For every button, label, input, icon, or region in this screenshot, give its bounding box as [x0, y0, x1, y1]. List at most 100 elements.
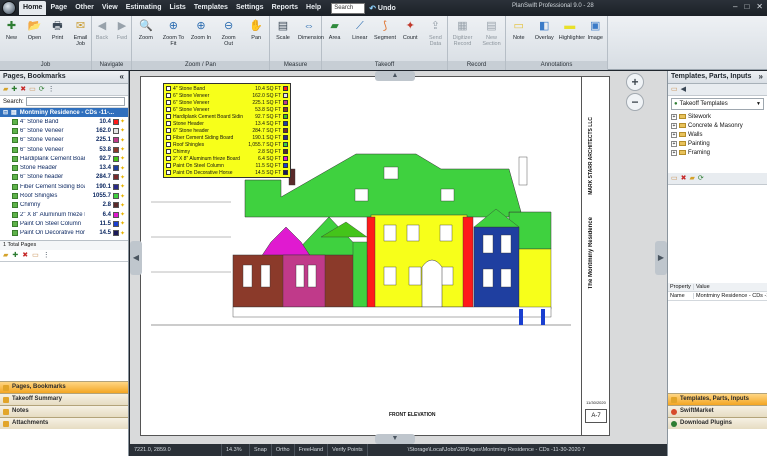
pan-button[interactable]: ✋ Pan — [245, 19, 267, 41]
zoom-to-fit-button[interactable]: ⊕ Zoom To Fit — [162, 19, 184, 47]
lightbulb-icon[interactable]: ✦ — [120, 202, 128, 209]
tab-download-plugins[interactable]: Download Plugins — [668, 417, 767, 429]
expand-icon[interactable]: ⊟ — [3, 109, 8, 116]
lightbulb-icon[interactable]: ✦ — [120, 155, 128, 162]
app-orb-button[interactable] — [2, 1, 16, 15]
delete-icon[interactable]: ✖ — [22, 251, 28, 261]
menu-help[interactable]: Help — [302, 1, 325, 15]
menu-lists[interactable]: Lists — [165, 1, 189, 15]
refresh-icon[interactable]: ⟳ — [39, 85, 45, 95]
menu-page[interactable]: Page — [46, 1, 71, 15]
tab-notes[interactable]: Notes — [0, 405, 128, 417]
checkbox-icon[interactable] — [12, 127, 18, 134]
checkbox-icon[interactable] — [12, 165, 18, 172]
new-section-button[interactable]: ▤ New Section — [481, 19, 503, 47]
email-job-button[interactable]: ✉ Email Job — [70, 19, 92, 47]
folder-icon[interactable]: ▰ — [690, 174, 695, 184]
checkbox-icon[interactable] — [12, 155, 18, 162]
property-row[interactable]: Name Montminy Residence - CDs -11-30-202… — [668, 292, 767, 301]
checkbox-icon[interactable] — [12, 230, 18, 237]
image-button[interactable]: ▣ Image — [584, 19, 606, 41]
lightbulb-icon[interactable]: ✦ — [120, 137, 128, 144]
plan-sheet[interactable]: 4" Stone Band 10.4 SQ FT 6" Stone Veneer 16… — [140, 76, 610, 436]
delete-icon[interactable]: ✖ — [20, 85, 26, 95]
menu-view[interactable]: View — [98, 1, 122, 15]
menu-other[interactable]: Other — [71, 1, 98, 15]
expand-panel-icon[interactable]: » — [759, 71, 763, 83]
takeoff-item[interactable]: Stone Header 13.4 ✦ — [0, 163, 128, 172]
lightbulb-icon[interactable]: ✦ — [120, 127, 128, 134]
tree-root-page[interactable]: ⊟ ▤ Montminy Residence - CDs -11-... — [0, 108, 128, 117]
takeoff-item[interactable]: 6" Stone Veneer 225.1 ✦ — [0, 136, 128, 145]
lightbulb-icon[interactable]: ✦ — [120, 118, 128, 125]
tab-templates-parts-inputs[interactable]: Templates, Parts, Inputs — [668, 393, 767, 405]
verify-points-toggle[interactable]: Verify Points — [328, 444, 368, 456]
undo-button[interactable]: ↶ Undo — [369, 4, 396, 13]
ortho-toggle[interactable]: Ortho — [272, 444, 295, 456]
lightbulb-icon[interactable]: ✦ — [120, 146, 128, 153]
new-button[interactable]: ✚ New — [1, 19, 23, 41]
takeoff-item[interactable]: Hardiplank Cement Board Si... 92.7 ✦ — [0, 154, 128, 163]
collapse-panel-icon[interactable]: « — [120, 71, 124, 83]
expand-icon[interactable]: + — [671, 140, 677, 147]
tab-swiftmarket[interactable]: SwiftMarket — [668, 405, 767, 417]
nav-right-arrow[interactable]: ▶ — [655, 241, 667, 275]
nav-left-arrow[interactable]: ◀ — [130, 241, 142, 275]
add-icon[interactable]: ✚ — [11, 85, 17, 95]
fwd-button[interactable]: ▶ Fwd — [111, 19, 133, 41]
print-button[interactable]: 🖶 Print — [47, 19, 69, 41]
lightbulb-icon[interactable]: ✦ — [120, 193, 128, 200]
send-data-button[interactable]: ⇪ Send Data — [424, 19, 446, 47]
drawing-canvas[interactable]: 4" Stone Band 10.4 SQ FT 6" Stone Veneer 16… — [130, 71, 667, 444]
close-icon[interactable]: ✕ — [756, 2, 763, 11]
count-button[interactable]: ✦ Count — [399, 19, 421, 41]
takeoff-item[interactable]: Chimny 2.8 ✦ — [0, 201, 128, 210]
checkbox-icon[interactable] — [12, 202, 18, 209]
menu-reports[interactable]: Reports — [268, 1, 302, 15]
tab-attachments[interactable]: Attachments — [0, 417, 128, 429]
checkbox-icon[interactable] — [12, 174, 18, 181]
expand-icon[interactable]: + — [671, 149, 677, 156]
refresh-icon[interactable]: ⟳ — [698, 174, 704, 184]
zoom-in-button[interactable]: ⊕ Zoom In — [190, 19, 212, 41]
expand-icon[interactable]: + — [671, 113, 677, 120]
open-button[interactable]: 📂 Open — [24, 19, 46, 41]
nav-up-arrow[interactable]: ▲ — [375, 71, 415, 81]
options-icon[interactable]: ⋮ — [43, 251, 50, 261]
checkbox-icon[interactable] — [12, 137, 18, 144]
checkbox-icon[interactable] — [12, 183, 18, 190]
template-folder[interactable]: + Sitework — [671, 112, 767, 121]
template-folder[interactable]: + Painting — [671, 139, 767, 148]
delete-icon[interactable]: ✖ — [681, 174, 687, 184]
takeoff-item[interactable]: Paint On Steel Column 11.5 ✦ — [0, 219, 128, 228]
template-folder[interactable]: + Framing — [671, 148, 767, 157]
expand-icon[interactable]: + — [671, 131, 677, 138]
dimension-button[interactable]: ⇔ Dimension — [298, 19, 324, 41]
takeoff-item[interactable]: 6" Stone header 284.7 ✦ — [0, 173, 128, 182]
menu-estimating[interactable]: Estimating — [122, 1, 166, 15]
snap-toggle[interactable]: Snap — [250, 444, 272, 456]
open-icon[interactable]: ▭ — [32, 251, 39, 261]
checkbox-icon[interactable] — [12, 211, 18, 218]
zoom-out-button[interactable]: ⊖ Zoom Out — [218, 19, 240, 47]
lightbulb-icon[interactable]: ✦ — [120, 183, 128, 190]
area-button[interactable]: ▰ Area — [324, 19, 346, 41]
folder-icon[interactable]: ▰ — [3, 85, 8, 95]
takeoff-item[interactable]: 4" Stone Band 10.4 ✦ — [0, 117, 128, 126]
lightbulb-icon[interactable]: ✦ — [120, 230, 128, 237]
takeoff-item[interactable]: Fiber Cement Siding Board 190.1 ✦ — [0, 182, 128, 191]
checkbox-icon[interactable] — [12, 220, 18, 227]
add-icon[interactable]: ✚ — [12, 251, 18, 261]
template-folder[interactable]: + Concrete & Masonry — [671, 121, 767, 130]
highlighter-button[interactable]: ▬ Highlighter — [559, 19, 585, 41]
overlay-button[interactable]: ◧ Overlay — [533, 19, 555, 41]
takeoff-item[interactable]: Roof Shingles 1055.7 ✦ — [0, 191, 128, 200]
lightbulb-icon[interactable]: ✦ — [120, 220, 128, 227]
zoom-button[interactable]: 🔍 Zoom — [135, 19, 157, 41]
folder-icon[interactable]: ▰ — [3, 251, 8, 261]
tab-takeoff-summary[interactable]: Takeoff Summary — [0, 393, 128, 405]
open-icon[interactable]: ▭ — [671, 85, 678, 95]
takeoff-item[interactable]: 6" Stone Veneer 162.0 ✦ — [0, 126, 128, 135]
nav-down-arrow[interactable]: ▼ — [375, 434, 415, 444]
options-icon[interactable]: ⋮ — [48, 85, 55, 95]
